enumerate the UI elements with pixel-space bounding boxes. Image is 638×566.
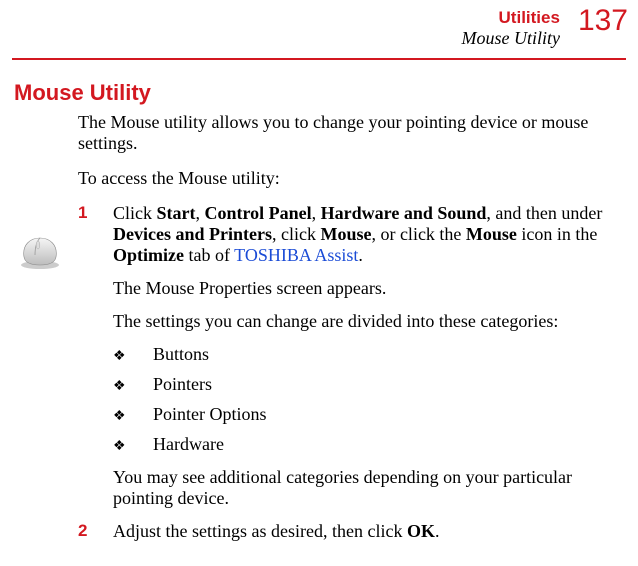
step-number: 1 bbox=[78, 203, 93, 509]
bold-start: Start bbox=[157, 203, 196, 223]
bold-control-panel: Control Panel bbox=[205, 203, 312, 223]
bold-devices-printers: Devices and Printers bbox=[113, 224, 272, 244]
category-buttons: Buttons bbox=[153, 344, 209, 365]
header-text-block: Utilities Mouse Utility bbox=[461, 8, 559, 48]
bold-ok: OK bbox=[407, 521, 435, 541]
text: . bbox=[358, 245, 363, 265]
step-2: 2 Adjust the settings as desired, then c… bbox=[78, 521, 626, 542]
text: icon in the bbox=[517, 224, 597, 244]
text: , bbox=[196, 203, 205, 223]
step-1-divided: The settings you can change are divided … bbox=[113, 311, 626, 332]
step-1-note: You may see additional categories depend… bbox=[113, 467, 626, 509]
text: , or click the bbox=[371, 224, 465, 244]
bullet-icon: ❖ bbox=[113, 408, 133, 425]
header-category: Utilities bbox=[461, 8, 559, 28]
bold-mouse-2: Mouse bbox=[466, 224, 517, 244]
step-number: 2 bbox=[78, 521, 93, 542]
step-1-body: Click Start, Control Panel, Hardware and… bbox=[113, 203, 626, 509]
intro-paragraph-1: The Mouse utility allows you to change y… bbox=[78, 112, 626, 154]
step-2-body: Adjust the settings as desired, then cli… bbox=[113, 521, 626, 542]
step-1: 1 Click Start, Control Panel, Hardware a… bbox=[78, 203, 626, 509]
list-item: ❖ Pointer Options bbox=[113, 404, 626, 425]
step-1-instruction: Click Start, Control Panel, Hardware and… bbox=[113, 203, 626, 266]
header-subtitle: Mouse Utility bbox=[461, 28, 559, 49]
bold-mouse: Mouse bbox=[320, 224, 371, 244]
text: , and then under bbox=[486, 203, 602, 223]
category-hardware: Hardware bbox=[153, 434, 224, 455]
category-list: ❖ Buttons ❖ Pointers ❖ Pointer Options ❖… bbox=[113, 344, 626, 455]
page-number: 137 bbox=[578, 6, 628, 36]
text: tab of bbox=[184, 245, 234, 265]
toshiba-assist-link[interactable]: TOSHIBA Assist bbox=[234, 245, 358, 265]
text: Click bbox=[113, 203, 157, 223]
bullet-icon: ❖ bbox=[113, 378, 133, 395]
category-pointer-options: Pointer Options bbox=[153, 404, 267, 425]
text: , bbox=[312, 203, 321, 223]
steps-list: 1 Click Start, Control Panel, Hardware a… bbox=[78, 203, 626, 542]
text: . bbox=[435, 521, 440, 541]
bullet-icon: ❖ bbox=[113, 348, 133, 365]
list-item: ❖ Buttons bbox=[113, 344, 626, 365]
section-title: Mouse Utility bbox=[14, 80, 638, 106]
step-2-instruction: Adjust the settings as desired, then cli… bbox=[113, 521, 626, 542]
bold-optimize: Optimize bbox=[113, 245, 184, 265]
page-header: Utilities Mouse Utility 137 bbox=[0, 8, 638, 48]
intro-paragraph-2: To access the Mouse utility: bbox=[78, 168, 626, 189]
bullet-icon: ❖ bbox=[113, 438, 133, 455]
list-item: ❖ Pointers bbox=[113, 374, 626, 395]
list-item: ❖ Hardware bbox=[113, 434, 626, 455]
category-pointers: Pointers bbox=[153, 374, 212, 395]
mouse-icon bbox=[16, 235, 64, 276]
content-body: The Mouse utility allows you to change y… bbox=[78, 112, 626, 542]
step-1-appears: The Mouse Properties screen appears. bbox=[113, 278, 626, 299]
bold-hardware-sound: Hardware and Sound bbox=[321, 203, 487, 223]
text: , click bbox=[272, 224, 320, 244]
header-rule bbox=[12, 58, 626, 60]
text: Adjust the settings as desired, then cli… bbox=[113, 521, 407, 541]
